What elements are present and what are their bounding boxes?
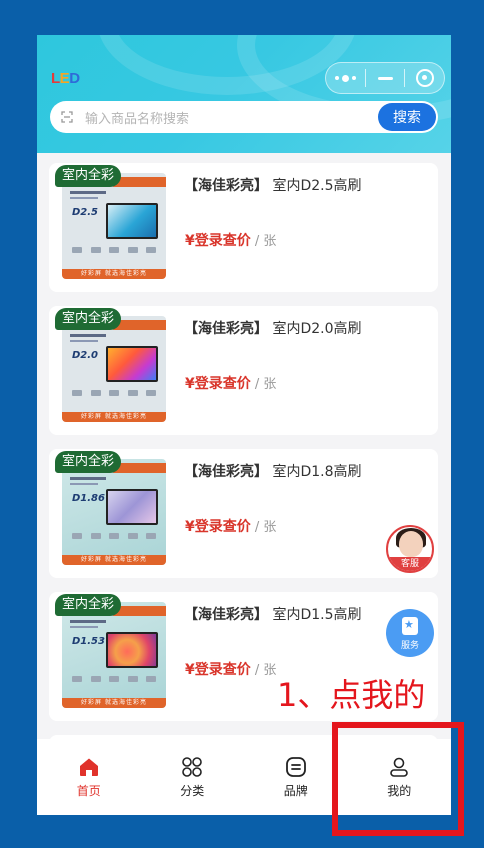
search-input[interactable]: 输入商品名称搜索: [85, 108, 378, 127]
miniprogram-capsule: [325, 62, 445, 94]
product-image[interactable]: D1.86 好彩屏 就选海佳彩亮: [62, 459, 166, 565]
highlight-box: [332, 722, 464, 836]
product-card[interactable]: D2.5 好彩屏 就选海佳彩亮 室内全彩 【海佳彩亮】 室内D2.5高刷 ¥登录…: [49, 163, 438, 292]
home-icon: [79, 758, 98, 776]
product-title: 【海佳彩亮】 室内D2.5高刷: [184, 178, 362, 194]
product-card[interactable]: D2.0 好彩屏 就选海佳彩亮 室内全彩 【海佳彩亮】 室内D2.0高刷 ¥登录…: [49, 306, 438, 435]
tab-category[interactable]: 分类: [141, 739, 245, 815]
minimize-button[interactable]: [366, 63, 405, 93]
product-image[interactable]: D2.0 好彩屏 就选海佳彩亮: [62, 316, 166, 422]
category-badge: 室内全彩: [55, 308, 122, 330]
category-badge: 室内全彩: [55, 451, 122, 473]
search-button[interactable]: 搜索: [378, 103, 436, 131]
header: LED 输入商品名称搜索 搜索: [37, 35, 451, 153]
close-target-icon: [415, 69, 434, 87]
product-price: ¥登录查价 / 张: [185, 519, 277, 535]
product-title: 【海佳彩亮】 室内D2.0高刷: [184, 321, 362, 337]
product-image[interactable]: D2.5 好彩屏 就选海佳彩亮: [62, 173, 166, 279]
product-price: ¥登录查价 / 张: [185, 376, 277, 392]
customer-service-button[interactable]: 客服: [386, 525, 434, 573]
product-image[interactable]: D1.53 好彩屏 就选海佳彩亮: [62, 602, 166, 708]
logo: LED: [51, 70, 80, 87]
more-button[interactable]: [326, 63, 365, 93]
more-icon: [334, 74, 356, 82]
scan-icon[interactable]: [61, 111, 73, 123]
product-card[interactable]: D1.86 好彩屏 就选海佳彩亮 室内全彩 【海佳彩亮】 室内D1.8高刷 ¥登…: [49, 449, 438, 578]
instruction-annotation: 1、点我的: [277, 676, 426, 714]
category-badge: 室内全彩: [55, 594, 122, 616]
product-title: 【海佳彩亮】 室内D1.8高刷: [184, 464, 362, 480]
brand-icon: [285, 757, 306, 777]
product-price: ¥登录查价 / 张: [185, 662, 277, 678]
category-icon: [182, 757, 203, 777]
product-price: ¥登录查价 / 张: [185, 233, 277, 249]
category-badge: 室内全彩: [55, 165, 122, 187]
minus-icon: [377, 76, 393, 80]
close-button[interactable]: [405, 63, 444, 93]
service-icon: [402, 617, 418, 635]
tab-home[interactable]: 首页: [37, 739, 141, 815]
product-title: 【海佳彩亮】 室内D1.5高刷: [184, 607, 362, 623]
search-bar[interactable]: 输入商品名称搜索 搜索: [50, 101, 438, 133]
service-button[interactable]: 服务: [386, 609, 434, 657]
